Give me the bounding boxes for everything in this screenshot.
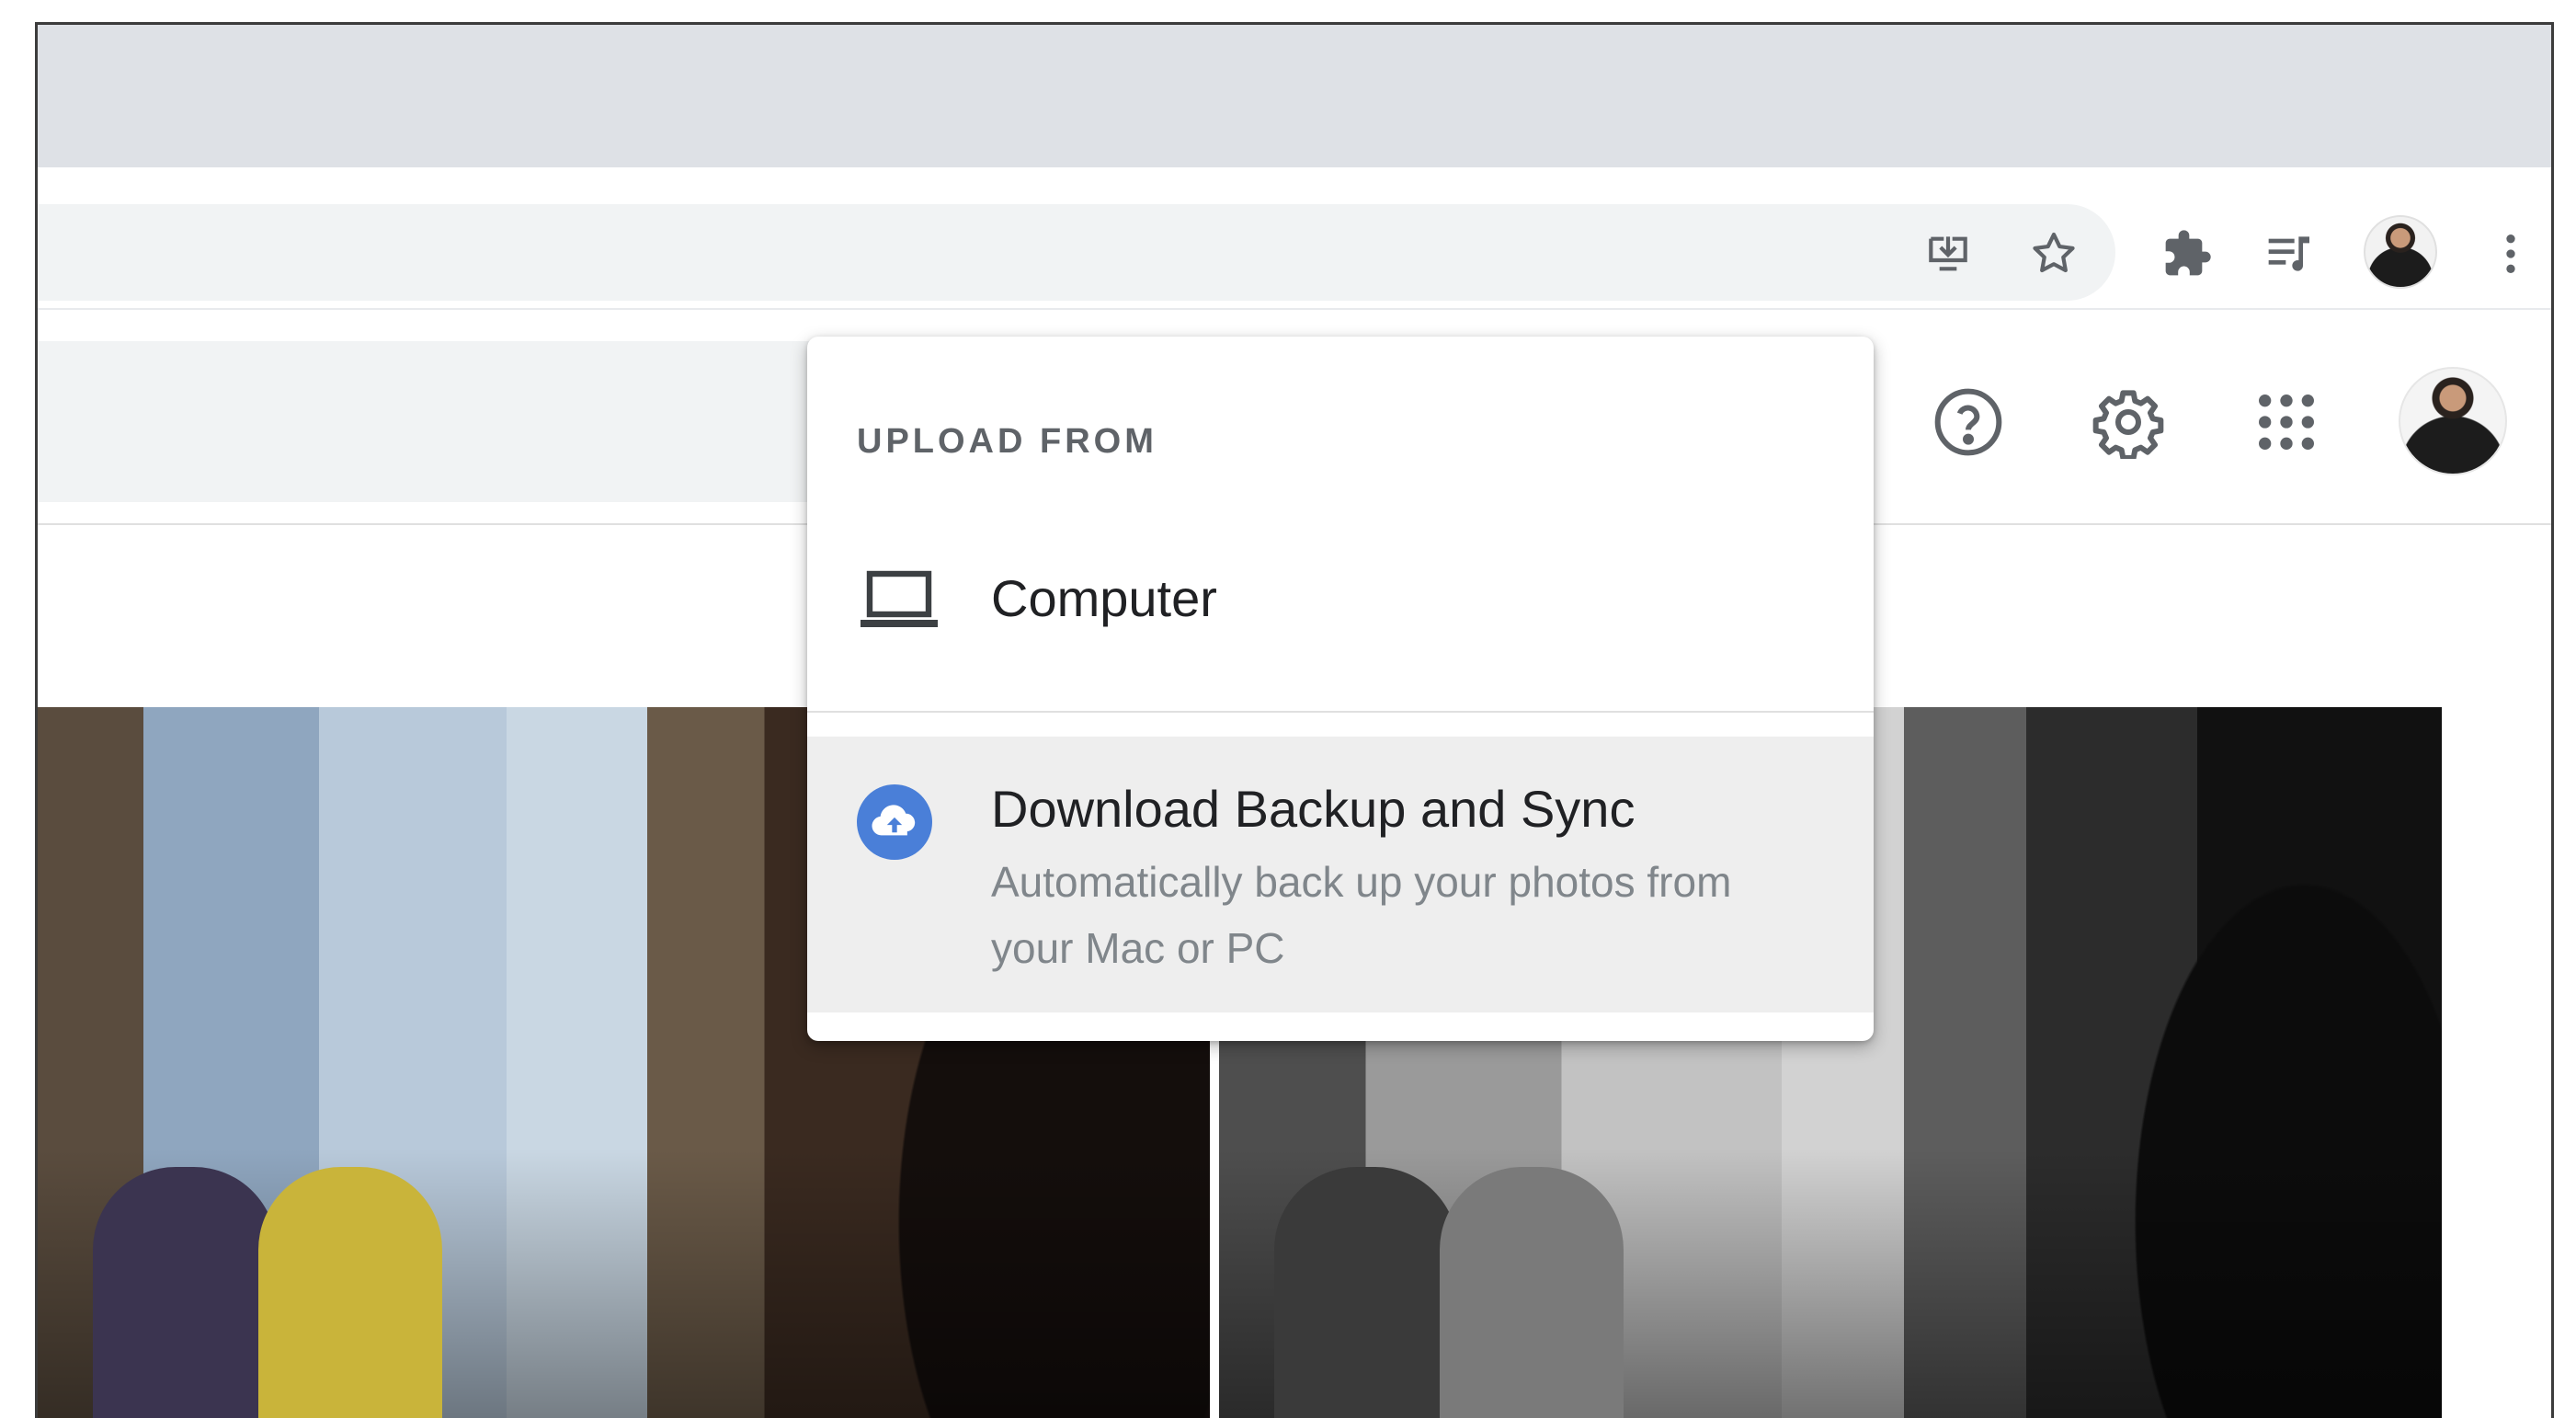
more-vert-icon[interactable] <box>2476 219 2546 289</box>
profile-avatar[interactable] <box>2364 215 2437 289</box>
backup-sync-description: Automatically back up your photos from y… <box>991 858 1732 972</box>
media-controls-icon[interactable] <box>2255 219 2325 289</box>
tab-strip <box>38 25 2551 167</box>
extensions-icon[interactable] <box>2152 219 2222 289</box>
help-icon[interactable] <box>1922 376 2014 468</box>
menu-heading: UPLOAD FROM <box>857 422 1157 461</box>
computer-label: Computer <box>991 569 1217 627</box>
upload-from-computer-item[interactable]: Computer <box>807 502 1874 695</box>
address-bar[interactable] <box>38 204 2115 301</box>
laptop-icon <box>861 570 938 627</box>
cloud-upload-icon <box>857 784 932 860</box>
menu-divider <box>807 711 1874 713</box>
install-app-icon[interactable] <box>1913 219 1983 289</box>
settings-gear-icon[interactable] <box>2082 376 2174 468</box>
apps-grid-icon[interactable] <box>2240 376 2332 468</box>
bookmark-star-icon[interactable] <box>2019 219 2089 289</box>
account-avatar[interactable] <box>2399 367 2507 475</box>
upload-from-menu: UPLOAD FROM Computer Download Backup and… <box>807 337 1874 1041</box>
browser-toolbar <box>38 167 2551 310</box>
backup-sync-title: Download Backup and Sync <box>991 780 1636 838</box>
download-backup-sync-item[interactable]: Download Backup and Sync Automatically b… <box>807 737 1874 1012</box>
